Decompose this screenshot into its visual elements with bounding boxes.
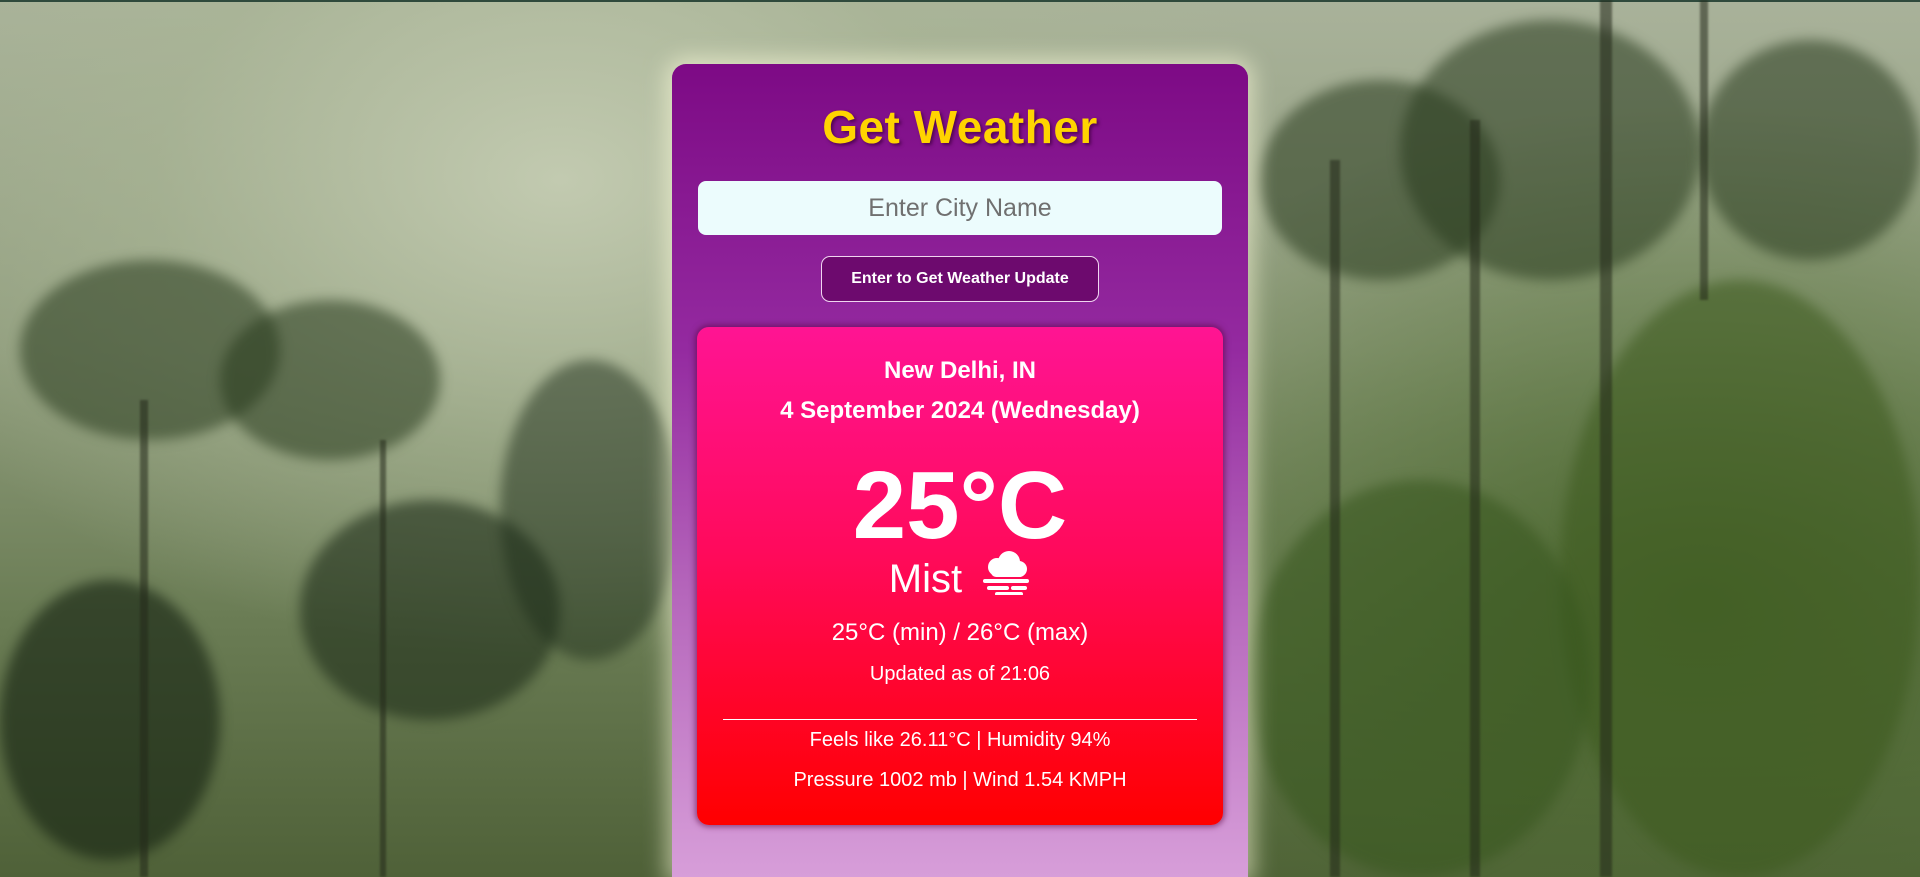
- min-max-temperature: 25°C (min) / 26°C (max): [831, 619, 1089, 646]
- app-title: Get Weather: [822, 101, 1098, 153]
- date-label: 4 September 2024 (Wednesday): [780, 397, 1140, 424]
- feels-like-humidity: Feels like 26.11°C | Humidity 94%: [809, 729, 1111, 751]
- condition-row: Mist: [697, 550, 1223, 606]
- tree-foliage: [500, 360, 680, 660]
- condition-label: Mist: [888, 557, 963, 601]
- tree-foliage: [1400, 20, 1700, 280]
- tree-trunk: [1470, 120, 1480, 877]
- get-weather-button[interactable]: Enter to Get Weather Update: [821, 256, 1099, 302]
- divider: [723, 719, 1197, 720]
- location-label: New Delhi, IN: [883, 357, 1037, 384]
- tree-trunk: [1600, 0, 1612, 877]
- tree-foliage: [1560, 280, 1920, 877]
- tree-trunk: [1330, 160, 1340, 877]
- weather-panel: Get Weather Enter to Get Weather Update …: [672, 64, 1248, 877]
- tree-foliage: [220, 300, 440, 460]
- updated-time: Updated as of 21:06: [869, 663, 1051, 685]
- tree-foliage: [1700, 40, 1920, 260]
- tree-foliage: [0, 580, 220, 860]
- tree-trunk: [1700, 0, 1708, 300]
- tree-trunk: [140, 400, 148, 877]
- city-search-input[interactable]: [698, 181, 1222, 235]
- tree-trunk: [380, 440, 386, 877]
- top-border: [0, 0, 1920, 2]
- mist-icon: [981, 550, 1031, 606]
- tree-foliage: [1250, 480, 1590, 877]
- pressure-wind: Pressure 1002 mb | Wind 1.54 KMPH: [793, 769, 1127, 791]
- weather-card: New Delhi, IN 4 September 2024 (Wednesda…: [697, 327, 1223, 825]
- temperature-value: 25°C: [852, 452, 1068, 559]
